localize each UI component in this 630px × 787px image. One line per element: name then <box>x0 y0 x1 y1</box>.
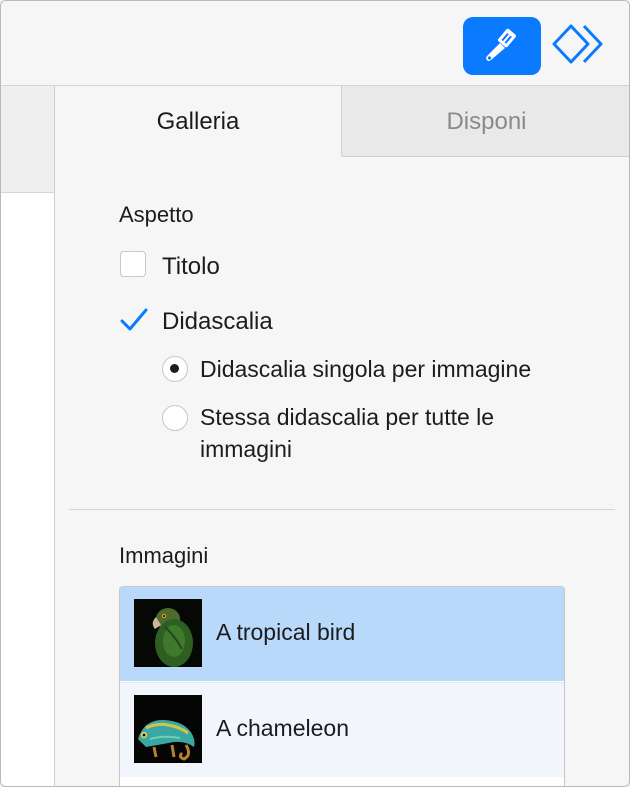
same-caption-label-line1: Stessa didascalia per tutte le <box>200 404 495 430</box>
section-divider <box>69 509 615 510</box>
arrange-diamonds-icon <box>552 24 603 64</box>
single-caption-label: Didascalia singola per immagine <box>200 356 532 382</box>
titolo-checkbox[interactable] <box>120 251 146 277</box>
app-window: Galleria Disponi Aspetto Titolo Didascal… <box>0 0 630 787</box>
aspetto-heading: Aspetto <box>119 202 194 227</box>
document-strip <box>1 86 54 193</box>
paintbrush-icon <box>486 28 516 61</box>
arrange-button[interactable] <box>551 23 607 72</box>
radio-single-caption[interactable] <box>162 356 188 382</box>
list-item-label: A chameleon <box>216 715 349 741</box>
list-item[interactable]: A tropical bird <box>120 587 564 681</box>
list-item[interactable]: A chameleon <box>120 682 564 777</box>
immagini-heading: Immagini <box>119 543 209 568</box>
tab-galleria[interactable]: Galleria <box>55 86 342 156</box>
same-caption-label-line2: immagini <box>200 436 293 462</box>
didascalia-label: Didascalia <box>162 308 273 335</box>
toolbar <box>1 1 629 86</box>
tab-disponi[interactable]: Disponi <box>342 86 629 157</box>
images-list[interactable]: A tropical bird A chameleon <box>119 586 565 786</box>
document-canvas <box>1 86 55 786</box>
format-panel: Galleria Disponi Aspetto Titolo Didascal… <box>55 86 629 786</box>
format-button[interactable] <box>463 17 541 75</box>
radio-same-caption[interactable] <box>162 405 188 431</box>
parrot-thumbnail <box>134 599 202 667</box>
titolo-label: Titolo <box>162 253 220 280</box>
list-item-label: A tropical bird <box>216 619 356 645</box>
radio-selected-dot <box>170 364 179 373</box>
didascalia-checkbox[interactable] <box>119 306 149 334</box>
chameleon-thumbnail <box>134 695 202 763</box>
